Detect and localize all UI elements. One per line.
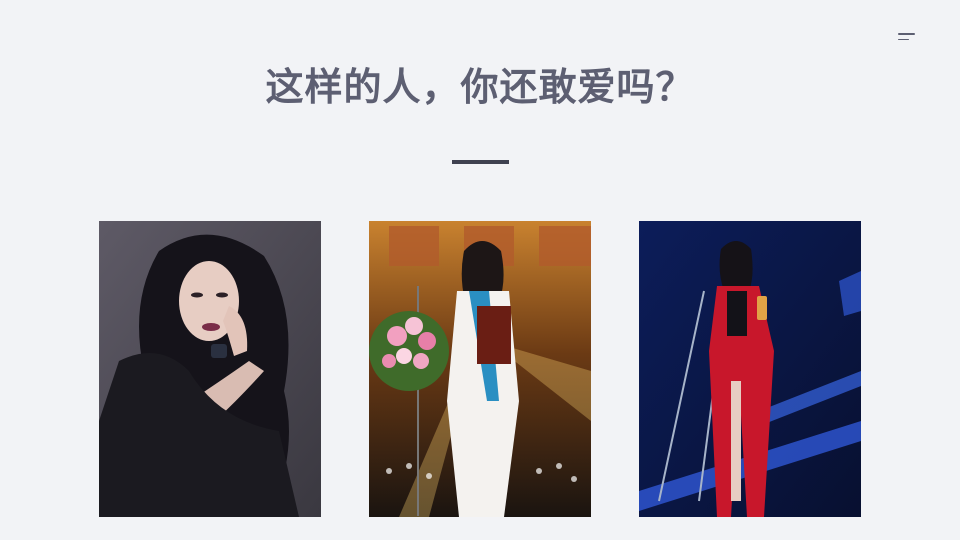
portrait-black-outfit-photo	[99, 221, 321, 517]
award-ceremony-white-suit-photo	[369, 221, 591, 517]
slide-title: 这样的人，你还敢爱吗？	[265, 65, 695, 109]
title-underline	[452, 160, 509, 164]
menu-icon[interactable]	[898, 33, 916, 43]
stage-red-dress-photo	[639, 221, 861, 517]
